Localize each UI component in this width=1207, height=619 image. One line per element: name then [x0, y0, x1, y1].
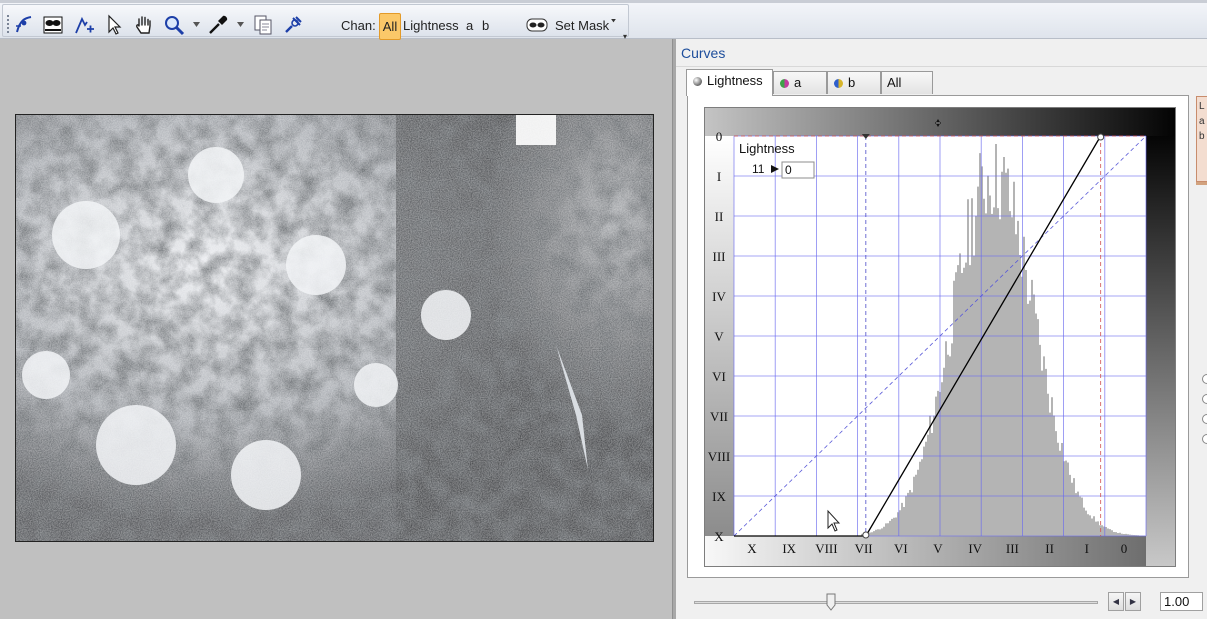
y-zone-label: X	[714, 529, 724, 544]
x-zone-label: I	[1085, 541, 1089, 556]
output-gradient-right	[1146, 136, 1175, 566]
y-zone-label: III	[713, 249, 726, 264]
tab-label: All	[887, 75, 902, 90]
eyedropper-icon[interactable]	[206, 13, 230, 37]
zoom-dropdown-icon[interactable]	[193, 22, 200, 28]
set-mask-dropdown-icon[interactable]	[611, 19, 616, 23]
gamma-slider-track[interactable]	[694, 601, 1098, 604]
link-icon[interactable]	[281, 13, 305, 37]
toolbar: Chan: All Lightness a b Set Mask ▾	[0, 0, 1207, 41]
zoom-icon[interactable]	[162, 13, 186, 37]
channel-lightness-button[interactable]: Lightness	[403, 18, 459, 33]
y-zone-label: VIII	[708, 449, 730, 464]
input-gradient-bottom	[705, 536, 1146, 566]
tab-a[interactable]: a	[773, 71, 827, 94]
curve-black-point-handle	[862, 531, 870, 539]
set-mask-icon[interactable]	[525, 13, 549, 37]
y-zone-label: IV	[712, 289, 726, 304]
hand-tool-icon[interactable]	[132, 13, 156, 37]
y-zone-label: VI	[712, 369, 726, 384]
readout-input-value: 11	[752, 162, 765, 176]
channel-a-button[interactable]: a	[466, 18, 473, 33]
x-zone-label: II	[1045, 541, 1054, 556]
slider-increment-button[interactable]: ▶	[1125, 592, 1141, 611]
curve-channel-label: Lightness	[739, 141, 795, 156]
x-zone-label: VIII	[815, 541, 837, 556]
strip-letter: a	[1199, 116, 1205, 127]
y-zone-label: I	[717, 169, 721, 184]
toolbar-top-rule	[0, 0, 1207, 3]
image-preview[interactable]	[15, 114, 654, 542]
y-zone-label: 0	[716, 129, 723, 144]
b-channel-dot-icon	[834, 79, 843, 88]
tab-label: Lightness	[707, 73, 763, 88]
strip-letter: L	[1199, 101, 1205, 112]
panel-title: Curves	[681, 45, 726, 61]
y-zone-label: VII	[710, 409, 728, 424]
set-mask-button[interactable]: Set Mask	[555, 18, 609, 33]
copy-icon[interactable]	[251, 13, 275, 37]
toolbar-overflow-icon[interactable]: ▾	[623, 32, 627, 41]
x-zone-label: 0	[1121, 541, 1128, 556]
y-zone-label: V	[714, 329, 724, 344]
lightness-dot-icon	[693, 77, 702, 86]
tab-label: a	[794, 75, 802, 90]
readout-output-value[interactable]: 0	[785, 163, 792, 177]
tab-all[interactable]: All	[881, 71, 933, 94]
tab-lightness[interactable]: Lightness	[686, 69, 773, 96]
x-zone-label: X	[747, 541, 757, 556]
tab-content: 0 I II III IV V VI VII VIII IX X X IX VIII VII VI V IV II…	[687, 95, 1189, 578]
toolbar-grip[interactable]	[7, 15, 9, 33]
x-zone-label: III	[1006, 541, 1019, 556]
curve-editor[interactable]: 0 I II III IV V VI VII VIII IX X X IX VIII VII VI V IV II…	[704, 107, 1176, 567]
channel-label: Chan:	[341, 18, 376, 33]
add-point-icon[interactable]	[72, 13, 96, 37]
option-radio-3[interactable]	[1202, 414, 1207, 424]
x-zone-label: IX	[782, 541, 796, 556]
curve-white-point-handle	[1097, 133, 1105, 141]
channel-info-strip: L a b	[1196, 96, 1207, 182]
frost-pine-photo	[16, 115, 653, 541]
option-radio-2[interactable]	[1202, 394, 1207, 404]
x-zone-label: VI	[894, 541, 908, 556]
select-arrow-icon[interactable]	[102, 13, 126, 37]
title-divider	[676, 66, 1207, 67]
x-zone-label: VII	[855, 541, 873, 556]
gamma-slider-thumb[interactable]	[826, 593, 836, 611]
x-zone-label: IV	[968, 541, 982, 556]
mask-icon[interactable]	[41, 13, 65, 37]
option-radio-4[interactable]	[1202, 434, 1207, 444]
channel-b-button[interactable]: b	[482, 18, 489, 33]
channel-all-button[interactable]: All	[379, 13, 401, 40]
slider-decrement-button[interactable]: ◀	[1108, 592, 1124, 611]
strip-letter: b	[1199, 131, 1205, 142]
eyedropper-dropdown-icon[interactable]	[237, 22, 244, 28]
curve-graph[interactable]: 0IIIIIIIVVVIVIIVIIIIXX X IX VIII VII VI V IV II…	[704, 107, 1176, 567]
curves-panel: Curves Lightness a b All 0 I II III IV V…	[676, 39, 1207, 619]
x-zone-label: V	[933, 541, 943, 556]
option-radio-1[interactable]	[1202, 374, 1207, 384]
y-zone-label: IX	[712, 489, 726, 504]
toolbar-strip: Chan: All Lightness a b Set Mask ▾	[2, 4, 629, 41]
strip-scroll-bar[interactable]	[1196, 182, 1207, 185]
a-channel-dot-icon	[780, 79, 789, 88]
curve-point-tool-icon[interactable]	[12, 13, 36, 37]
y-zone-label: II	[715, 209, 724, 224]
tab-label: b	[848, 75, 856, 90]
tab-b[interactable]: b	[827, 71, 881, 94]
gamma-value-field[interactable]: 1.00	[1160, 592, 1203, 611]
